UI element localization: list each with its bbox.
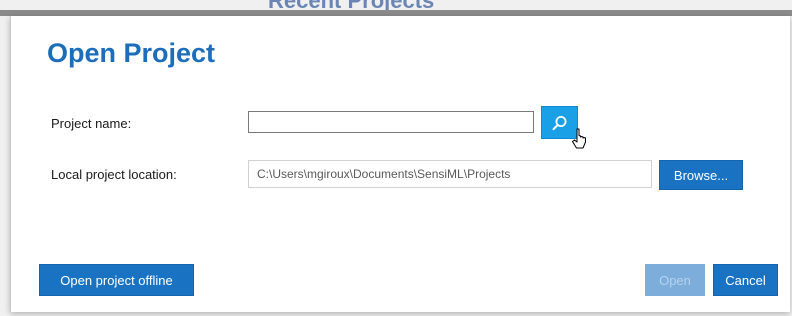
open-button[interactable]: Open xyxy=(645,264,705,296)
search-icon xyxy=(552,115,566,130)
mouse-pointer-icon xyxy=(572,128,586,149)
location-field[interactable]: C:\Users\mgiroux\Documents\SensiML\Proje… xyxy=(248,160,652,188)
location-label: Local project location: xyxy=(51,167,177,182)
cancel-button[interactable]: Cancel xyxy=(713,264,778,296)
open-project-dialog: Open Project Project name: Local project… xyxy=(10,16,790,312)
browse-button[interactable]: Browse... xyxy=(659,160,743,190)
open-offline-button[interactable]: Open project offline xyxy=(39,264,194,296)
project-name-label: Project name: xyxy=(51,116,132,131)
project-name-input[interactable] xyxy=(248,111,534,133)
dialog-title: Open Project xyxy=(47,38,216,68)
